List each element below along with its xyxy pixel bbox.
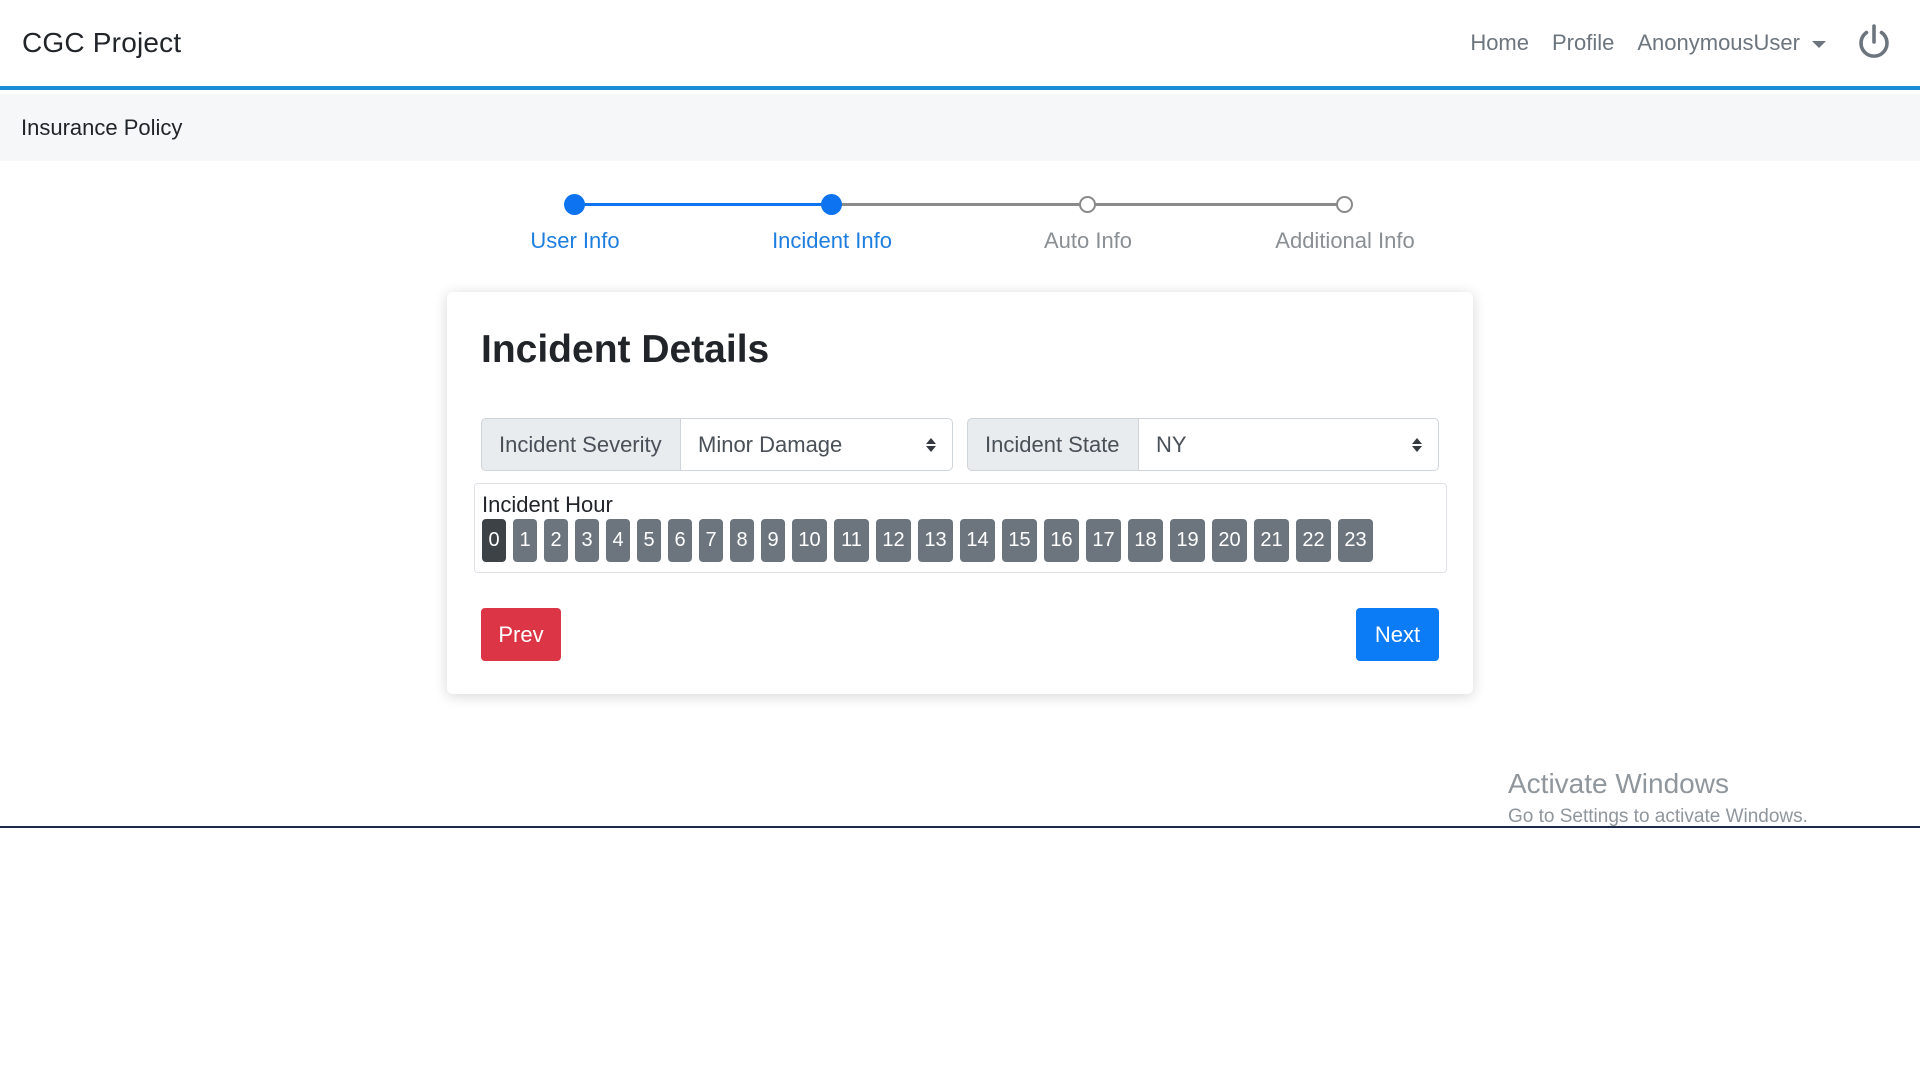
state-label: Incident State — [967, 418, 1139, 471]
hour-button-20[interactable]: 20 — [1212, 519, 1247, 562]
windows-activation-watermark: Activate Windows Go to Settings to activ… — [1508, 768, 1808, 828]
step-label-additional-info[interactable]: Additional Info — [1275, 228, 1414, 254]
user-dropdown[interactable]: AnonymousUser — [1637, 30, 1826, 56]
watermark-subtitle: Go to Settings to activate Windows. — [1508, 806, 1808, 827]
state-select[interactable]: NY — [1139, 418, 1439, 471]
caret-down-icon — [1812, 40, 1826, 48]
hour-button-1[interactable]: 1 — [513, 519, 537, 562]
state-input-group: Incident State NY — [967, 418, 1439, 471]
step-dot-auto-info[interactable] — [1079, 196, 1096, 213]
hour-button-14[interactable]: 14 — [960, 519, 995, 562]
hour-button-12[interactable]: 12 — [876, 519, 911, 562]
severity-label: Incident Severity — [481, 418, 681, 471]
progress-stepper: User Info Incident Info Auto Info Additi… — [0, 190, 1920, 260]
hour-button-23[interactable]: 23 — [1338, 519, 1373, 562]
step-dot-additional-info[interactable] — [1336, 196, 1353, 213]
hour-button-7[interactable]: 7 — [699, 519, 723, 562]
nav-profile-link[interactable]: Profile — [1552, 30, 1614, 56]
sub-header: Insurance Policy — [0, 94, 1920, 161]
brand-title[interactable]: CGC Project — [22, 27, 181, 59]
hour-button-2[interactable]: 2 — [544, 519, 568, 562]
hour-button-15[interactable]: 15 — [1002, 519, 1037, 562]
hour-button-list: 0 1 2 3 4 5 6 7 8 9 10 11 12 13 14 15 16 17 18 19 20 21 22 23 — [482, 519, 1380, 562]
incident-details-card: Incident Details Incident Severity Minor… — [447, 292, 1473, 694]
nav-home-link[interactable]: Home — [1470, 30, 1529, 56]
step-label-incident-info[interactable]: Incident Info — [772, 228, 892, 254]
hour-button-13[interactable]: 13 — [918, 519, 953, 562]
step-dot-user-info[interactable] — [564, 194, 585, 215]
hour-button-6[interactable]: 6 — [668, 519, 692, 562]
hour-button-18[interactable]: 18 — [1128, 519, 1163, 562]
step-label-user-info[interactable]: User Info — [530, 228, 619, 254]
hour-button-10[interactable]: 10 — [792, 519, 827, 562]
incident-hour-label: Incident Hour — [482, 492, 613, 517]
step-dot-incident-info[interactable] — [821, 194, 842, 215]
step-label-auto-info[interactable]: Auto Info — [1044, 228, 1132, 254]
severity-input-group: Incident Severity Minor Damage — [481, 418, 953, 471]
power-icon[interactable] — [1852, 21, 1896, 65]
top-navbar: CGC Project Home Profile AnonymousUser — [0, 0, 1920, 90]
watermark-title: Activate Windows — [1508, 768, 1729, 799]
step-connector — [1088, 203, 1345, 206]
hour-button-0[interactable]: 0 — [482, 519, 506, 562]
step-connector — [575, 203, 832, 206]
hour-button-4[interactable]: 4 — [606, 519, 630, 562]
hour-button-22[interactable]: 22 — [1296, 519, 1331, 562]
step-connector — [832, 203, 1088, 206]
nav-right: Home Profile AnonymousUser — [1447, 21, 1896, 65]
card-title: Incident Details — [481, 328, 770, 371]
hour-button-3[interactable]: 3 — [575, 519, 599, 562]
state-value: NY — [1156, 431, 1187, 457]
hour-button-5[interactable]: 5 — [637, 519, 661, 562]
page-title: Insurance Policy — [21, 114, 183, 140]
hour-button-8[interactable]: 8 — [730, 519, 754, 562]
hour-button-16[interactable]: 16 — [1044, 519, 1079, 562]
next-button[interactable]: Next — [1356, 608, 1439, 661]
severity-select[interactable]: Minor Damage — [681, 418, 953, 471]
user-name: AnonymousUser — [1637, 30, 1800, 55]
select-arrows-icon — [1412, 437, 1422, 452]
hour-button-21[interactable]: 21 — [1254, 519, 1289, 562]
prev-button[interactable]: Prev — [481, 608, 561, 661]
blank-area — [0, 828, 1920, 1080]
select-arrows-icon — [926, 437, 936, 452]
hour-button-9[interactable]: 9 — [761, 519, 785, 562]
hour-button-17[interactable]: 17 — [1086, 519, 1121, 562]
hour-button-19[interactable]: 19 — [1170, 519, 1205, 562]
severity-value: Minor Damage — [698, 431, 843, 457]
incident-hour-group: Incident Hour 0 1 2 3 4 5 6 7 8 9 10 11 12 13 14 15 16 17… — [474, 483, 1447, 573]
hour-button-11[interactable]: 11 — [834, 519, 869, 562]
